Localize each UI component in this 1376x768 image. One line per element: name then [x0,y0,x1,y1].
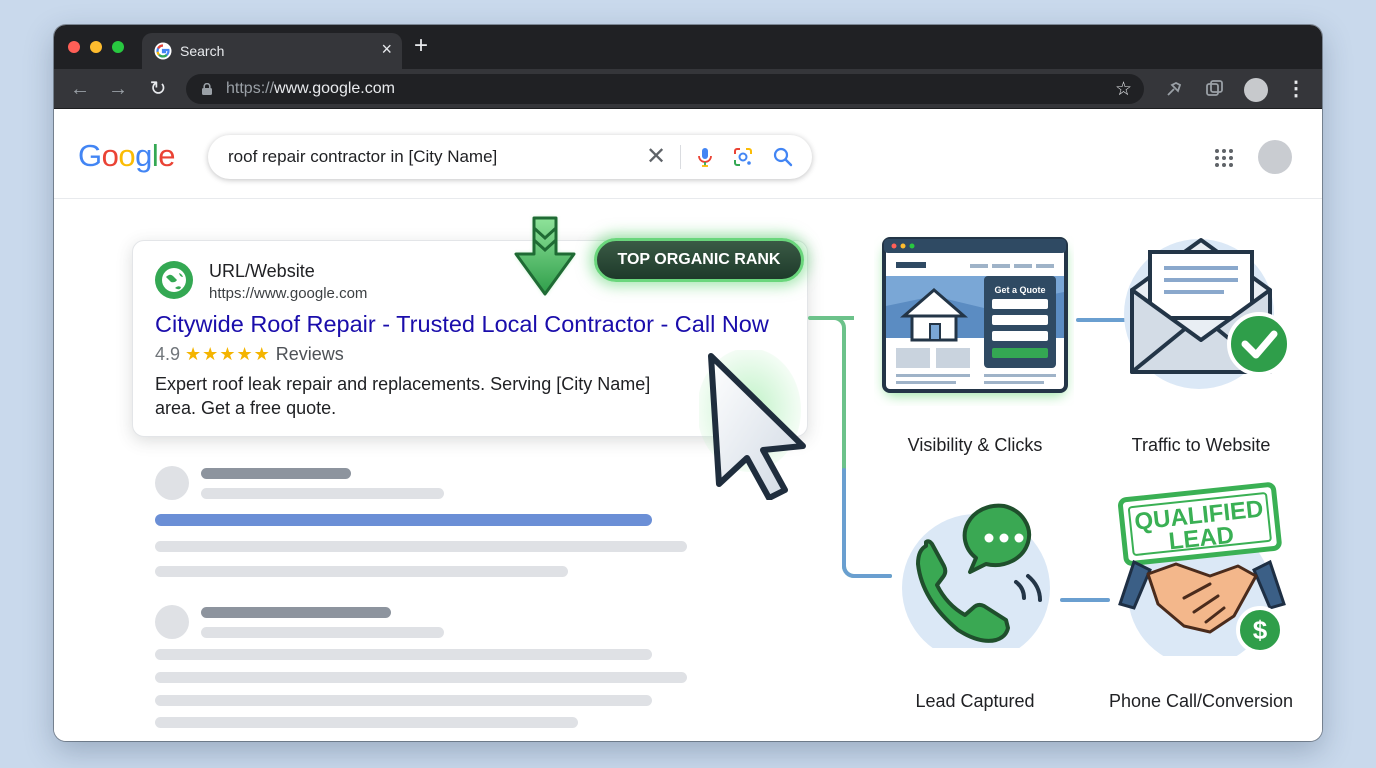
search-results-page: Google roof repair contractor in [City N… [54,110,1322,741]
tab-search-icon[interactable] [1202,77,1226,101]
search-query[interactable]: roof repair contractor in [City Name] [228,147,497,167]
star-rating-icon: ★★★★★ [185,344,271,364]
website-quote-form-icon: Get a Quote [882,237,1068,396]
search-box[interactable]: roof repair contractor in [City Name] ✕ [208,135,812,179]
placeholder-line [201,627,444,638]
clear-search-icon[interactable]: ✕ [646,142,666,171]
placeholder-line [155,695,652,706]
placeholder-line [201,488,444,499]
logo-letter: G [78,138,102,173]
browser-menu-icon[interactable]: ⋮ [1286,76,1306,102]
placeholder-line [155,566,568,577]
google-favicon-icon [154,42,172,60]
lock-icon [202,83,212,95]
extension-pin-icon[interactable] [1162,77,1186,101]
phone-chat-icon [902,503,1050,648]
result-site-url: https://www.google.com [209,285,368,302]
placeholder-avatar [155,466,189,500]
tab-title: Search [180,43,225,59]
dollar-icon: $ [1253,615,1268,645]
logo-letter: o [101,138,119,173]
minimize-window-button[interactable] [90,41,102,53]
top-organic-rank-badge: TOP ORGANIC RANK [594,238,804,282]
mouse-cursor-icon [699,350,806,500]
account-avatar[interactable] [1258,140,1292,174]
browser-toolbar: ← → ↻ https://www.google.com ☆ ⋮ [54,69,1322,109]
result-rating: 4.9 ★★★★★ Reviews [155,344,344,365]
address-bar[interactable]: https://www.google.com ☆ [186,74,1144,104]
close-window-button[interactable] [68,41,80,53]
logo-letter: e [158,138,176,173]
result-snippet: Expert roof leak repair and replacements… [155,374,651,418]
step-label-lead-captured: Lead Captured [915,691,1035,711]
back-button[interactable]: ← [66,75,94,103]
step-label-conversion: Phone Call/Conversion [1108,691,1294,711]
bookmark-star-icon[interactable]: ☆ [1115,78,1132,101]
google-logo[interactable]: Google [78,138,176,174]
header-divider [54,198,1322,199]
profile-avatar[interactable] [1244,78,1268,102]
tab-bar: Search × + [54,25,1322,69]
placeholder-line [201,607,391,618]
new-tab-button[interactable]: + [414,34,428,58]
down-arrow-icon [514,216,576,296]
placeholder-line [155,649,652,660]
logo-letter: g [135,138,152,173]
forward-button[interactable]: → [104,75,132,103]
microphone-icon[interactable] [694,146,716,168]
step-label-traffic: Traffic to Website [1131,435,1271,455]
form-title: Get a Quote [994,285,1045,295]
placeholder-link-line [155,514,652,526]
rating-value: 4.9 [155,344,181,364]
url-text: https://www.google.com [226,80,395,97]
placeholder-line [155,717,578,728]
step-label-visibility: Visibility & Clicks [907,435,1043,455]
envelope-check-icon [1124,238,1291,389]
placeholder-line [155,541,687,552]
maximize-window-button[interactable] [112,41,124,53]
placeholder-line [201,468,351,479]
handshake-dollar-icon: QUALIFIED LEAD $ [1118,482,1286,656]
globe-icon [155,261,193,299]
search-icon[interactable] [772,146,794,168]
apps-grid-icon[interactable] [1214,148,1234,168]
placeholder-avatar [155,605,189,639]
flow-connector-bottom [1060,598,1110,602]
browser-window: Search × + ← → ↻ https://www.google.com … [54,25,1322,741]
result-title-link[interactable]: Citywide Roof Repair - Trusted Local Con… [155,311,769,338]
tab-close-icon[interactable]: × [381,39,392,60]
reload-button[interactable]: ↻ [144,75,172,103]
result-site-name: URL/Website [209,261,315,281]
google-lens-icon[interactable] [732,146,754,168]
logo-letter: o [118,138,136,173]
placeholder-line [155,672,687,683]
search-divider [680,145,681,169]
reviews-label: Reviews [275,344,344,364]
tab-search[interactable]: Search × [142,33,402,69]
